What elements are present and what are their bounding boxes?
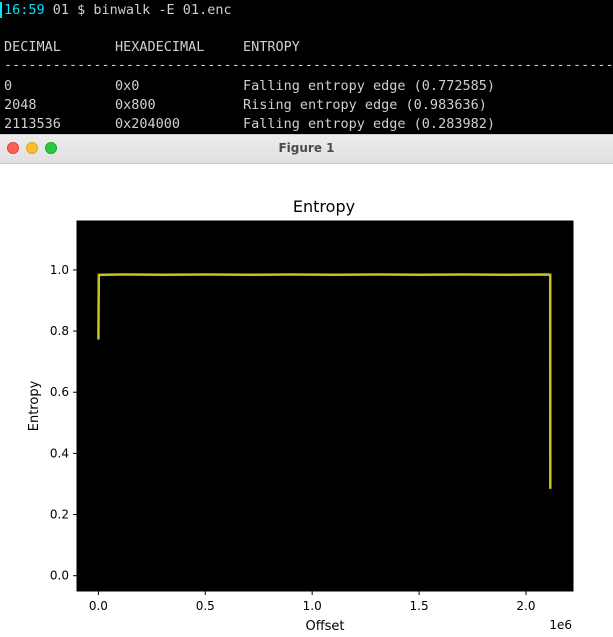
x-tick-label: 0.5 [196, 599, 215, 613]
y-tick-label: 0.6 [50, 385, 69, 399]
x-tick-label: 1.0 [303, 599, 322, 613]
entropy-chart: Entropy 0.0 0.5 1.0 1.5 2.0 0.0 0.2 0.4 0.6 0.8 1.… [27, 197, 574, 634]
row-hex: 0x0 [115, 78, 140, 94]
terminal: 16:59 01 $ binwalk -E 01.enc DECIMAL HEX… [0, 0, 613, 134]
terminal-prompt-line: 16:59 01 $ binwalk -E 01.enc [4, 1, 232, 20]
table-divider: ----------------------------------------… [4, 57, 613, 73]
figure-window: Figure 1 Entropy 0.0 0.5 1.0 1.5 2.0 0.0 0.2 0.… [0, 134, 613, 637]
row-hex: 0x800 [115, 97, 156, 113]
header-decimal: DECIMAL [4, 39, 61, 55]
prompt-command: 01 $ binwalk -E 01.enc [44, 2, 232, 18]
x-axis-label: Offset [305, 619, 344, 634]
y-tick-label: 0.2 [50, 508, 69, 522]
x-scale-offset: 1e6 [549, 618, 572, 632]
header-hexadecimal: HEXADECIMAL [115, 39, 205, 55]
row-decimal: 2048 [4, 97, 37, 113]
terminal-cursor [0, 2, 2, 18]
window-title: Figure 1 [278, 141, 335, 155]
y-tick-label: 0.0 [50, 569, 69, 583]
y-tick-label: 0.4 [50, 446, 69, 460]
row-decimal: 2113536 [4, 116, 61, 132]
window-titlebar[interactable]: Figure 1 [0, 135, 613, 164]
row-entropy: Rising entropy edge (0.983636) [243, 97, 487, 113]
x-tick-label: 0.0 [89, 599, 108, 613]
row-entropy: Falling entropy edge (0.772585) [243, 78, 495, 94]
row-decimal: 0 [4, 78, 13, 94]
row-entropy: Falling entropy edge (0.283982) [243, 116, 495, 132]
row-hex: 0x204000 [115, 116, 181, 132]
y-tick-label: 1.0 [50, 263, 69, 277]
prompt-time: 16:59 [4, 2, 45, 18]
plot-area [76, 220, 574, 592]
x-tick-label: 1.5 [410, 599, 429, 613]
x-tick-label: 2.0 [516, 599, 535, 613]
chart-title: Entropy [293, 197, 355, 216]
header-entropy: ENTROPY [243, 39, 300, 55]
y-tick-label: 0.8 [50, 324, 69, 338]
y-axis-label: Entropy [27, 380, 42, 431]
